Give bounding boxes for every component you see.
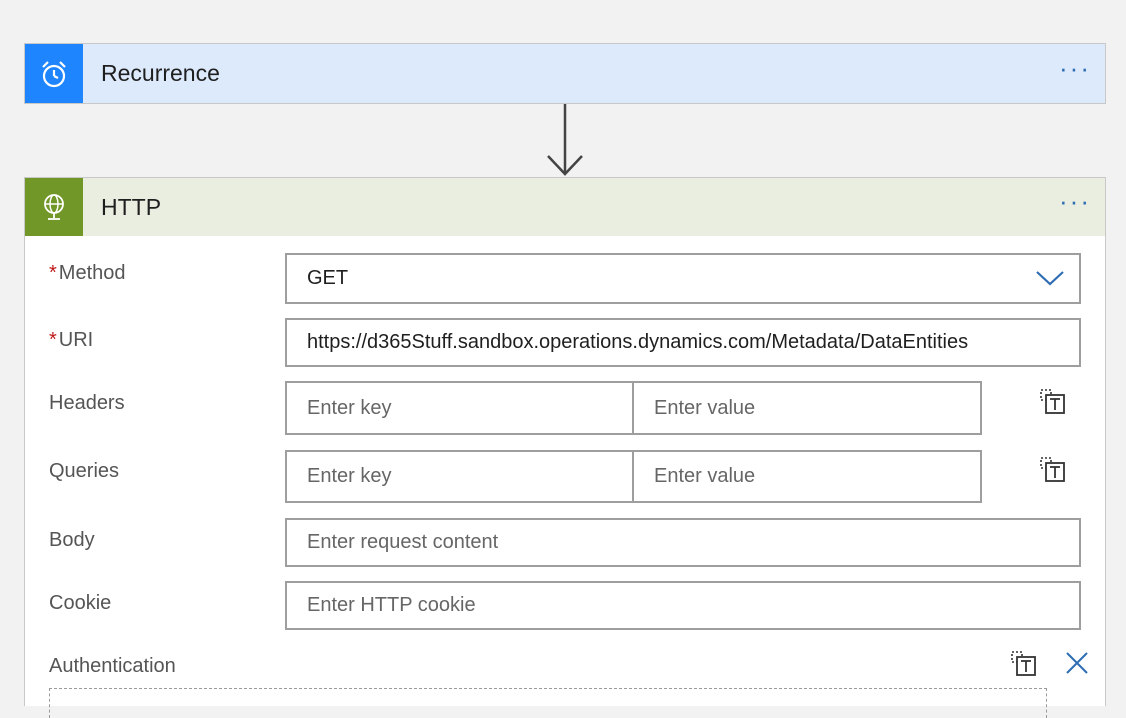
method-label-text: Method [58,262,126,284]
headers-value-input[interactable]: Enter value [632,381,982,435]
authentication-panel [49,688,1047,718]
cookie-input[interactable]: Enter HTTP cookie [285,581,1081,630]
http-card-body: * Method GET * URI https://d365Stuff.sandb… [24,236,1106,718]
headers-key-input[interactable]: Enter key [285,381,634,435]
uri-label: * URI [49,329,93,352]
body-label: Body [49,529,95,551]
method-select[interactable]: GET [285,253,1081,304]
required-mark: * [49,262,57,284]
queries-value-input[interactable]: Enter value [632,450,982,503]
uri-input[interactable]: https://d365Stuff.sandbox.operations.dyn… [285,318,1081,367]
uri-value: https://d365Stuff.sandbox.operations.dyn… [307,331,969,353]
http-card-header[interactable]: HTTP ··· [24,177,1106,236]
method-value: GET [307,267,349,289]
queries-label: Queries [49,460,120,482]
http-title: HTTP [101,193,162,220]
close-icon[interactable] [1065,651,1089,675]
body-input[interactable]: Enter request content [285,518,1081,567]
recurrence-card-header[interactable]: Recurrence ··· [24,43,1106,104]
queries-key-input[interactable]: Enter key [285,450,634,503]
recurrence-title: Recurrence [101,60,220,86]
recurrence-icon-box [25,44,83,103]
switch-to-text-mode-icon[interactable] [1039,388,1067,416]
http-icon-box [25,178,83,236]
chevron-down-icon [1036,271,1064,286]
alarm-clock-icon [42,60,66,87]
headers-label: Headers [49,392,125,414]
http-more-button[interactable]: ··· [1045,188,1105,214]
switch-to-text-mode-icon[interactable] [1039,456,1067,484]
method-label: * Method [49,262,126,285]
authentication-label: Authentication [49,655,176,677]
connector-arrow-icon [547,104,583,176]
cookie-label: Cookie [49,592,112,614]
uri-label-text: URI [58,329,94,351]
required-mark: * [49,329,57,351]
recurrence-more-button[interactable]: ··· [1045,55,1105,81]
globe-icon [44,194,64,220]
switch-to-text-mode-icon[interactable] [1010,650,1038,678]
